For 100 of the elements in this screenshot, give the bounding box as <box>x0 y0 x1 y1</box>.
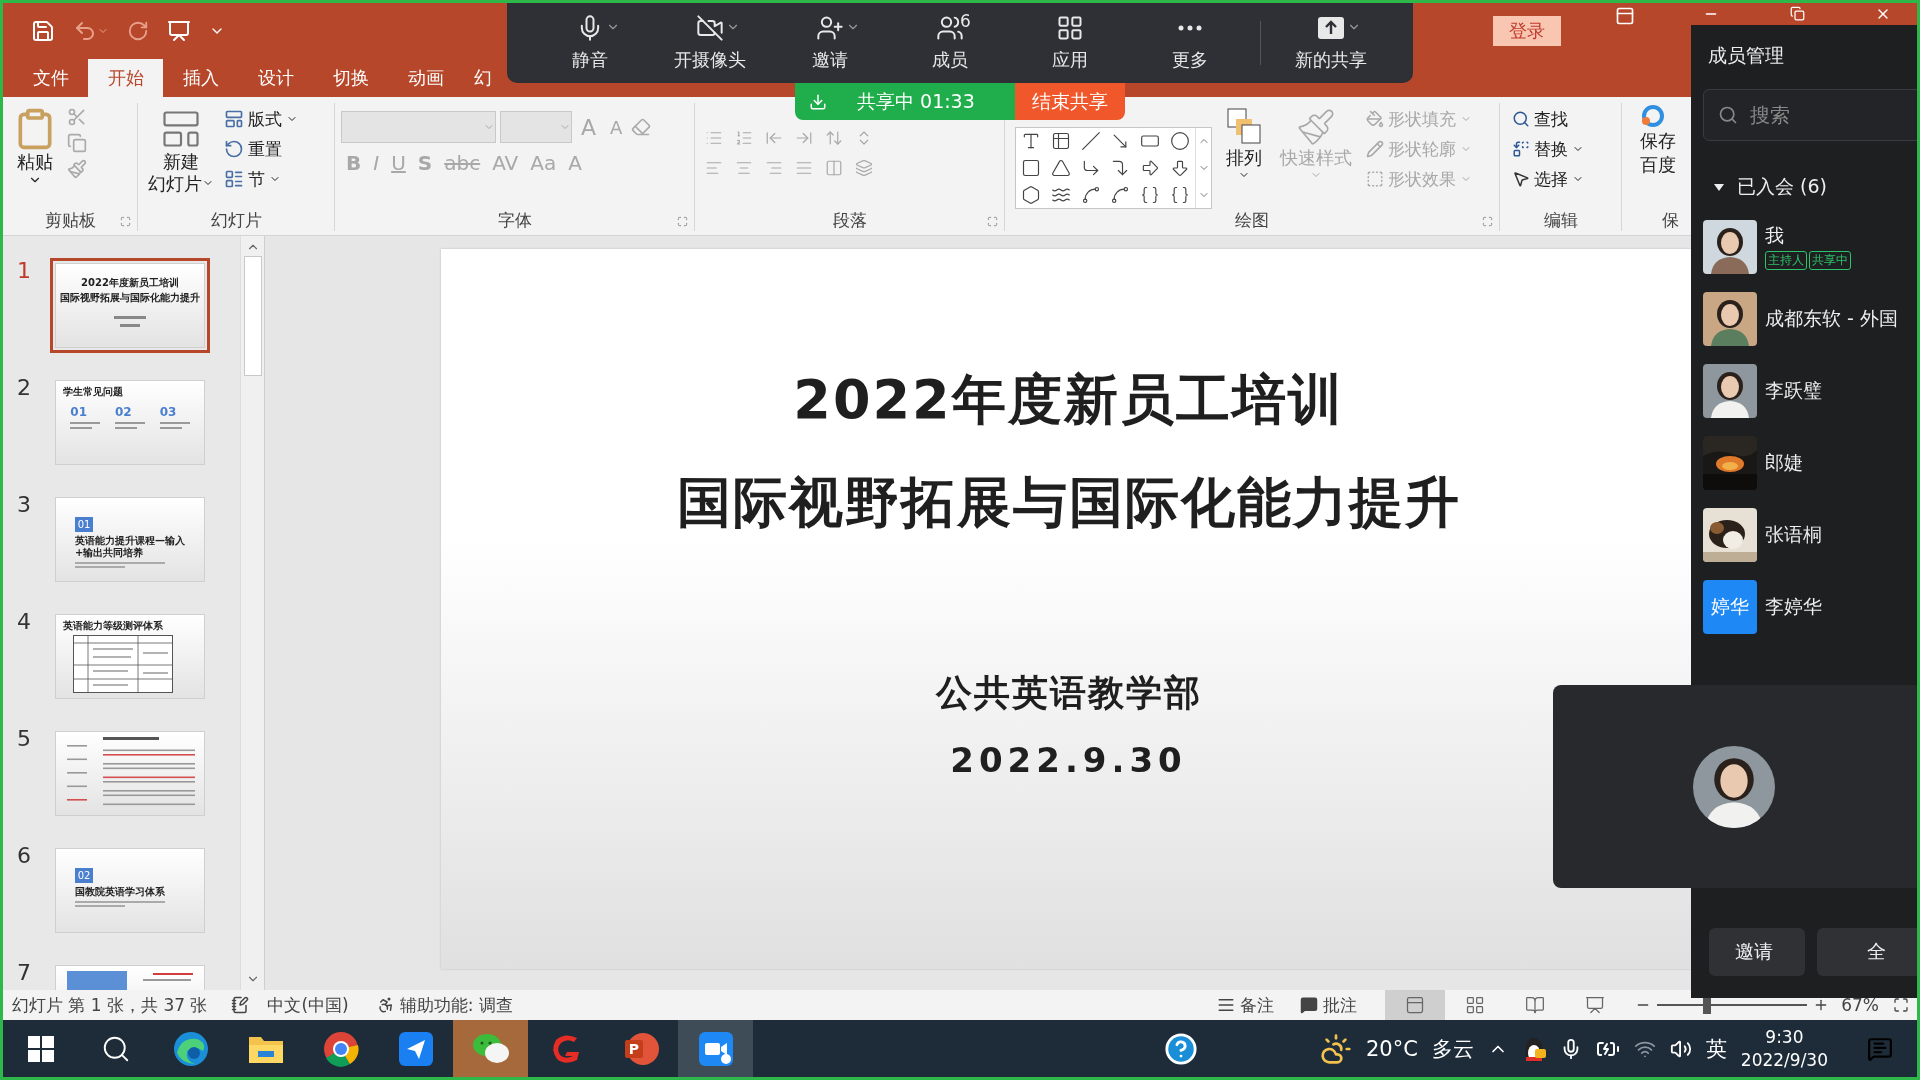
slide-title: 2022年度新员工培训 <box>793 367 1344 433</box>
ribbon-tab[interactable]: 切换 <box>313 59 388 97</box>
text-lines-drawing <box>115 421 145 430</box>
shape-gallery[interactable] <box>1015 127 1212 209</box>
accessibility-button[interactable]: 辅助功能: 调查 <box>370 992 519 1018</box>
save-button[interactable] <box>31 19 55 43</box>
slide-thumbnail[interactable]: 2022年度新员工培训 国际视野拓展与国际化能力提升 <box>50 258 210 353</box>
search-input[interactable]: 搜索 <box>1748 102 1898 128</box>
paste-button[interactable]: 粘贴 <box>9 103 61 209</box>
grid-icon <box>1056 14 1084 42</box>
curve-icon[interactable] <box>1110 184 1131 205</box>
temperature: 20°C <box>1365 1036 1418 1061</box>
thumbnail-title: 英语能力提升课程—输入+输出共同培养 <box>75 535 185 559</box>
redo-button[interactable] <box>127 20 149 42</box>
ribbon-display-icon[interactable] <box>1615 6 1635 26</box>
present-button[interactable] <box>167 19 191 43</box>
add-person-icon <box>816 14 844 42</box>
meeting-toolbar-button[interactable]: 新的共享 <box>1271 3 1391 83</box>
braces-icon[interactable] <box>1140 184 1161 205</box>
paper-plane-icon <box>398 1031 433 1066</box>
meeting-toolbar-button[interactable]: 静音 <box>530 3 650 83</box>
clock[interactable]: 9:30 2022/9/30 <box>1740 1026 1828 1071</box>
group-label: 编辑 <box>1542 209 1579 231</box>
ribbon-tab[interactable]: 插入 <box>163 59 238 97</box>
line-icon[interactable] <box>1080 131 1101 152</box>
member-section-header[interactable]: 已入会 (6) <box>1713 174 1917 200</box>
notes-button[interactable]: 备注 <box>1211 992 1281 1018</box>
rounded-square-icon[interactable] <box>1020 158 1041 178</box>
braces-icon[interactable] <box>1170 184 1191 205</box>
ribbon-tab[interactable]: 动画 <box>388 59 463 97</box>
group-label: 段落 <box>831 209 868 231</box>
meeting-toolbar-button[interactable]: 应用 <box>1010 3 1130 83</box>
text-lines-drawing <box>159 421 190 430</box>
thumbnail-title: 2022年度新员工培训 <box>81 277 179 290</box>
accessibility-icon <box>376 996 395 1014</box>
thumbnail-number: 02 <box>115 404 133 419</box>
table-icon[interactable] <box>1050 131 1071 152</box>
group-label: 剪贴板 <box>43 209 97 231</box>
input-method-button[interactable]: 英 <box>1705 1034 1727 1063</box>
invite-button[interactable]: 邀请 <box>1709 928 1805 976</box>
thumbnail-badge: 01 <box>75 517 93 532</box>
undo-button[interactable] <box>73 19 109 43</box>
group-label: 幻灯片 <box>209 209 263 231</box>
ribbon-button[interactable]: 重置 <box>224 137 298 161</box>
weather-icon <box>1319 1032 1352 1065</box>
thumbnail-number: 01 <box>70 404 89 419</box>
arrange-button[interactable]: 排列 <box>1222 103 1266 209</box>
meeting-toolbar-button[interactable]: 成员 6 <box>890 3 1010 83</box>
ribbon-tab[interactable]: 设计 <box>238 59 313 97</box>
triangle-icon[interactable] <box>1050 158 1071 178</box>
slide-number: 5 <box>16 726 32 751</box>
restore-icon[interactable] <box>1789 6 1805 21</box>
comments-button[interactable]: 批注 <box>1294 992 1364 1018</box>
right-arrow-icon[interactable] <box>1140 158 1161 178</box>
fit-icon[interactable] <box>1893 997 1909 1013</box>
view-button[interactable] <box>1385 990 1446 1020</box>
new-slide-button[interactable]: 新建 幻灯片 <box>144 103 218 209</box>
login-button[interactable]: 登录 <box>1493 16 1561 46</box>
freeform-icon[interactable] <box>1020 184 1041 205</box>
undo-icon <box>73 19 97 43</box>
ribbon-tab[interactable]: 幻 <box>463 59 503 97</box>
editing-button[interactable]: 查找 <box>1512 107 1584 131</box>
zoom-level: 67% <box>1841 995 1879 1015</box>
member-name: 张语桐 <box>1765 521 1822 547</box>
notebook-icon[interactable] <box>231 996 250 1014</box>
member-name: 李婷华 <box>1765 593 1822 619</box>
slide-number: 1 <box>16 258 32 283</box>
ribbon-tab[interactable]: 开始 <box>88 59 163 97</box>
scrollbar-thumb[interactable] <box>243 256 262 376</box>
member-name: 李跃璧 <box>1765 377 1822 403</box>
layout-icon <box>224 109 244 129</box>
more-icon <box>1178 25 1202 31</box>
panel-button[interactable]: 全 <box>1817 928 1917 976</box>
ellipse-icon[interactable] <box>1170 131 1191 152</box>
thumbnail-number: 03 <box>159 404 178 419</box>
editing-button[interactable]: 选择 <box>1512 167 1584 191</box>
slide-number: 6 <box>16 843 32 868</box>
slide-counter: 幻灯片 第 1 张，共 37 张 <box>12 993 208 1017</box>
ribbon-button[interactable]: 节 <box>224 167 298 191</box>
meeting-toolbar-button[interactable]: 开摄像头 <box>650 3 770 83</box>
ribbon-tab[interactable]: 文件 <box>13 59 88 97</box>
reading-view-icon <box>1525 995 1546 1015</box>
member-name: 成都东软 - 外国 <box>1765 305 1898 331</box>
download-icon[interactable] <box>809 92 827 111</box>
search-field[interactable]: 搜索 <box>1703 89 1917 141</box>
taskbar-button[interactable]: P <box>603 1020 678 1077</box>
text-lines-drawing <box>70 421 101 430</box>
swirl-icon <box>172 1030 209 1067</box>
slide-number: 3 <box>16 492 32 517</box>
taskbar-button[interactable] <box>678 1020 753 1077</box>
presentation-icon <box>167 19 191 43</box>
meeting-toolbar-button[interactable]: 更多 <box>1130 3 1250 83</box>
help-icon <box>1163 1031 1198 1066</box>
editing-button[interactable]: 替换 <box>1512 137 1584 161</box>
reset-icon <box>224 139 244 159</box>
meeting-toolbar-button[interactable]: 邀请 <box>770 3 890 83</box>
curve-icon[interactable] <box>1080 184 1101 205</box>
slide-number: 4 <box>16 609 32 634</box>
ribbon-button[interactable]: 版式 <box>224 107 298 131</box>
pointer-icon <box>1512 170 1530 188</box>
